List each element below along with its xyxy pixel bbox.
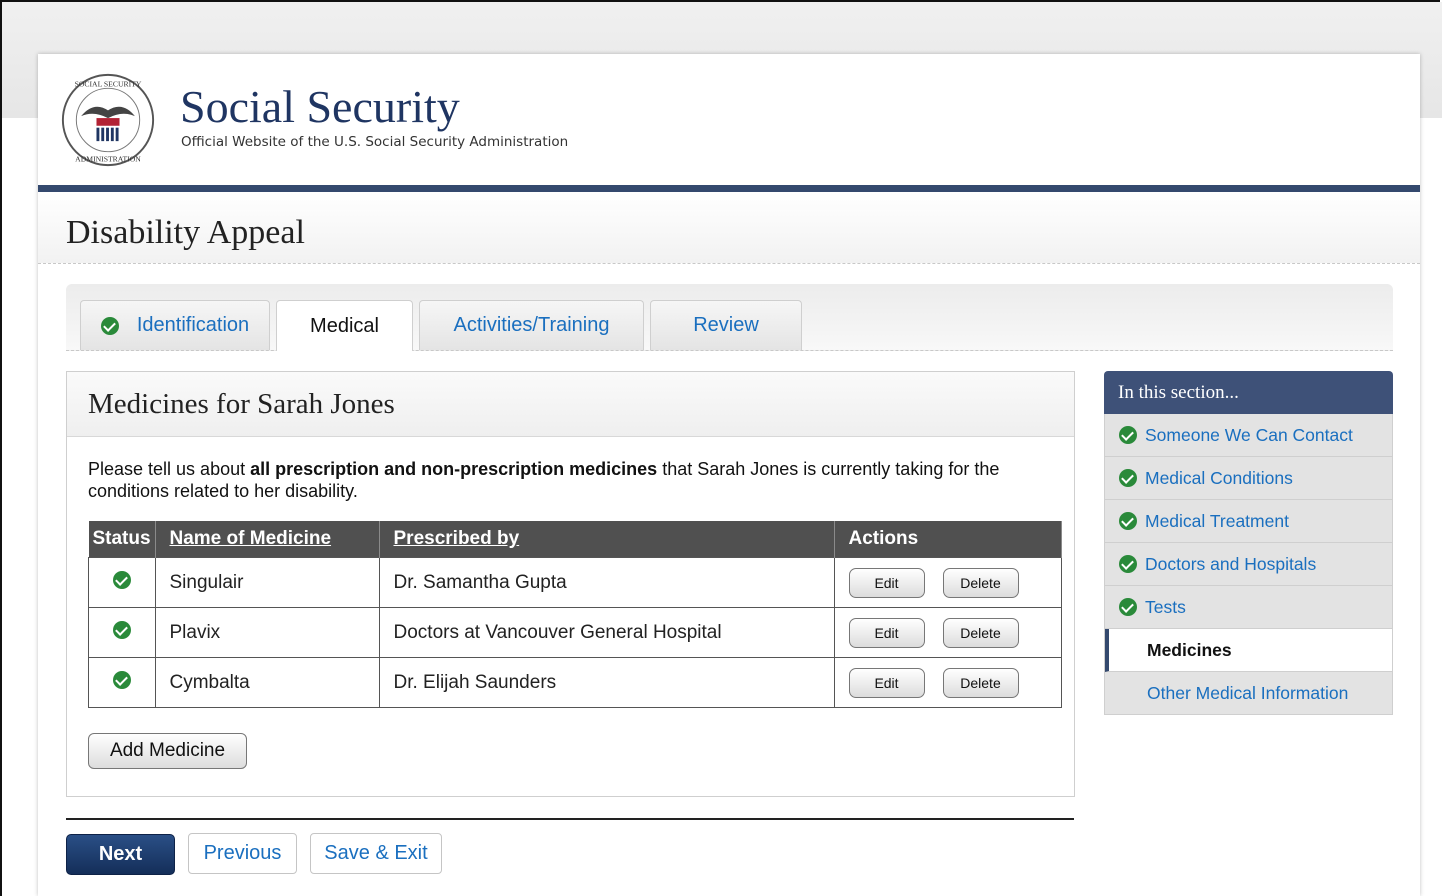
ssa-seal-icon: SOCIAL SECURITY ADMINISTRATION [61,73,155,167]
page-container: SOCIAL SECURITY ADMINISTRATION Social Se… [38,54,1420,896]
table-row: Singulair Dr. Samantha Gupta Edit Delete [88,557,1062,608]
check-icon [1119,426,1137,444]
sidebar-item-label: Medical Treatment [1145,510,1289,531]
sidebar-item-medicines[interactable]: Medicines [1105,629,1392,672]
save-exit-button[interactable]: Save & Exit [310,833,442,874]
tab-label: Identification [136,314,250,336]
medicines-panel: Medicines for Sarah Jones Please tell us… [66,371,1075,797]
sidebar-item-label: Doctors and Hospitals [1145,553,1317,574]
check-icon [1119,598,1137,616]
column-header-actions: Actions [834,521,1062,558]
prescriber-name: Dr. Samantha Gupta [378,557,835,608]
sidebar-item-label: Tests [1145,596,1186,617]
table-row: Cymbalta Dr. Elijah Saunders Edit Delete [88,657,1062,708]
sort-name-link[interactable]: Name of Medicine [170,528,332,549]
divider [66,818,1074,820]
sidebar-item-label: Medicines [1147,639,1232,660]
check-icon [1119,555,1137,573]
delete-button[interactable]: Delete [942,617,1019,648]
intro-text: Please tell us about all prescription an… [88,459,1000,501]
actions-cell: Edit Delete [833,607,1062,658]
edit-button[interactable]: Edit [848,667,925,698]
medicine-name: Cymbalta [154,657,380,708]
sidebar-item-medical-treatment[interactable]: Medical Treatment [1105,500,1392,543]
next-button[interactable]: Next [66,834,175,875]
tab-identification[interactable]: Identification [80,300,270,350]
tab-review[interactable]: Review [650,300,802,350]
add-medicine-button[interactable]: Add Medicine [88,733,247,769]
check-icon [112,570,131,589]
svg-text:SOCIAL SECURITY: SOCIAL SECURITY [75,79,142,88]
edit-button[interactable]: Edit [848,617,925,648]
panel-header: Medicines for Sarah Jones [67,372,1074,437]
medicine-name: Plavix [154,607,380,658]
sidebar-item-tests[interactable]: Tests [1105,586,1392,629]
site-header: SOCIAL SECURITY ADMINISTRATION Social Se… [38,54,1420,185]
sidebar-item-label: Other Medical Information [1147,682,1349,703]
sidebar-item-label: Medical Conditions [1145,467,1293,488]
medicines-table: Status Name of Medicine Prescribed by Ac… [88,521,1062,708]
tab-label: Review [693,314,759,336]
page-title: Disability Appeal [66,214,305,251]
medicine-name: Singulair [154,557,380,608]
section-sidebar: In this section... Someone We Can Contac… [1104,371,1393,715]
sidebar-list: Someone We Can Contact Medical Condition… [1104,414,1393,715]
svg-text:ADMINISTRATION: ADMINISTRATION [75,154,141,163]
column-header-name[interactable]: Name of Medicine [155,521,380,558]
panel-title: Medicines for Sarah Jones [88,388,395,420]
sidebar-item-someone-we-can-contact[interactable]: Someone We Can Contact [1105,414,1392,457]
tab-medical[interactable]: Medical [276,300,413,351]
tab-label: Medical [310,314,379,337]
sort-prescriber-link[interactable]: Prescribed by [394,528,520,549]
tab-bar: Identification Medical Activities/Traini… [66,284,1393,351]
header-rule [38,185,1420,192]
delete-button[interactable]: Delete [942,567,1019,598]
title-band: Disability Appeal [38,192,1420,264]
actions-cell: Edit Delete [833,657,1062,708]
check-icon [112,620,131,639]
status-cell [88,657,156,708]
sidebar-item-label: Someone We Can Contact [1145,424,1353,445]
check-icon [1119,512,1137,530]
column-header-prescriber[interactable]: Prescribed by [379,521,835,558]
sidebar-heading: In this section... [1104,371,1393,414]
sidebar-item-other-medical-information[interactable]: Other Medical Information [1105,672,1392,715]
check-icon [1119,469,1137,487]
status-cell [88,607,156,658]
brand-subtitle: Official Website of the U.S. Social Secu… [181,134,569,150]
status-cell [88,557,156,608]
sidebar-item-medical-conditions[interactable]: Medical Conditions [1105,457,1392,500]
prescriber-name: Doctors at Vancouver General Hospital [378,607,835,658]
tab-label: Activities/Training [453,314,610,336]
previous-button[interactable]: Previous [188,833,297,874]
table-row: Plavix Doctors at Vancouver General Hosp… [88,607,1062,658]
tab-activities-training[interactable]: Activities/Training [419,300,644,350]
prescriber-name: Dr. Elijah Saunders [378,657,835,708]
actions-cell: Edit Delete [833,557,1062,608]
sidebar-item-doctors-and-hospitals[interactable]: Doctors and Hospitals [1105,543,1392,586]
brand-title[interactable]: Social Security [180,80,460,133]
edit-button[interactable]: Edit [848,567,925,598]
check-icon [112,670,131,689]
column-header-status: Status [88,521,156,558]
delete-button[interactable]: Delete [942,667,1019,698]
check-icon [100,316,119,335]
